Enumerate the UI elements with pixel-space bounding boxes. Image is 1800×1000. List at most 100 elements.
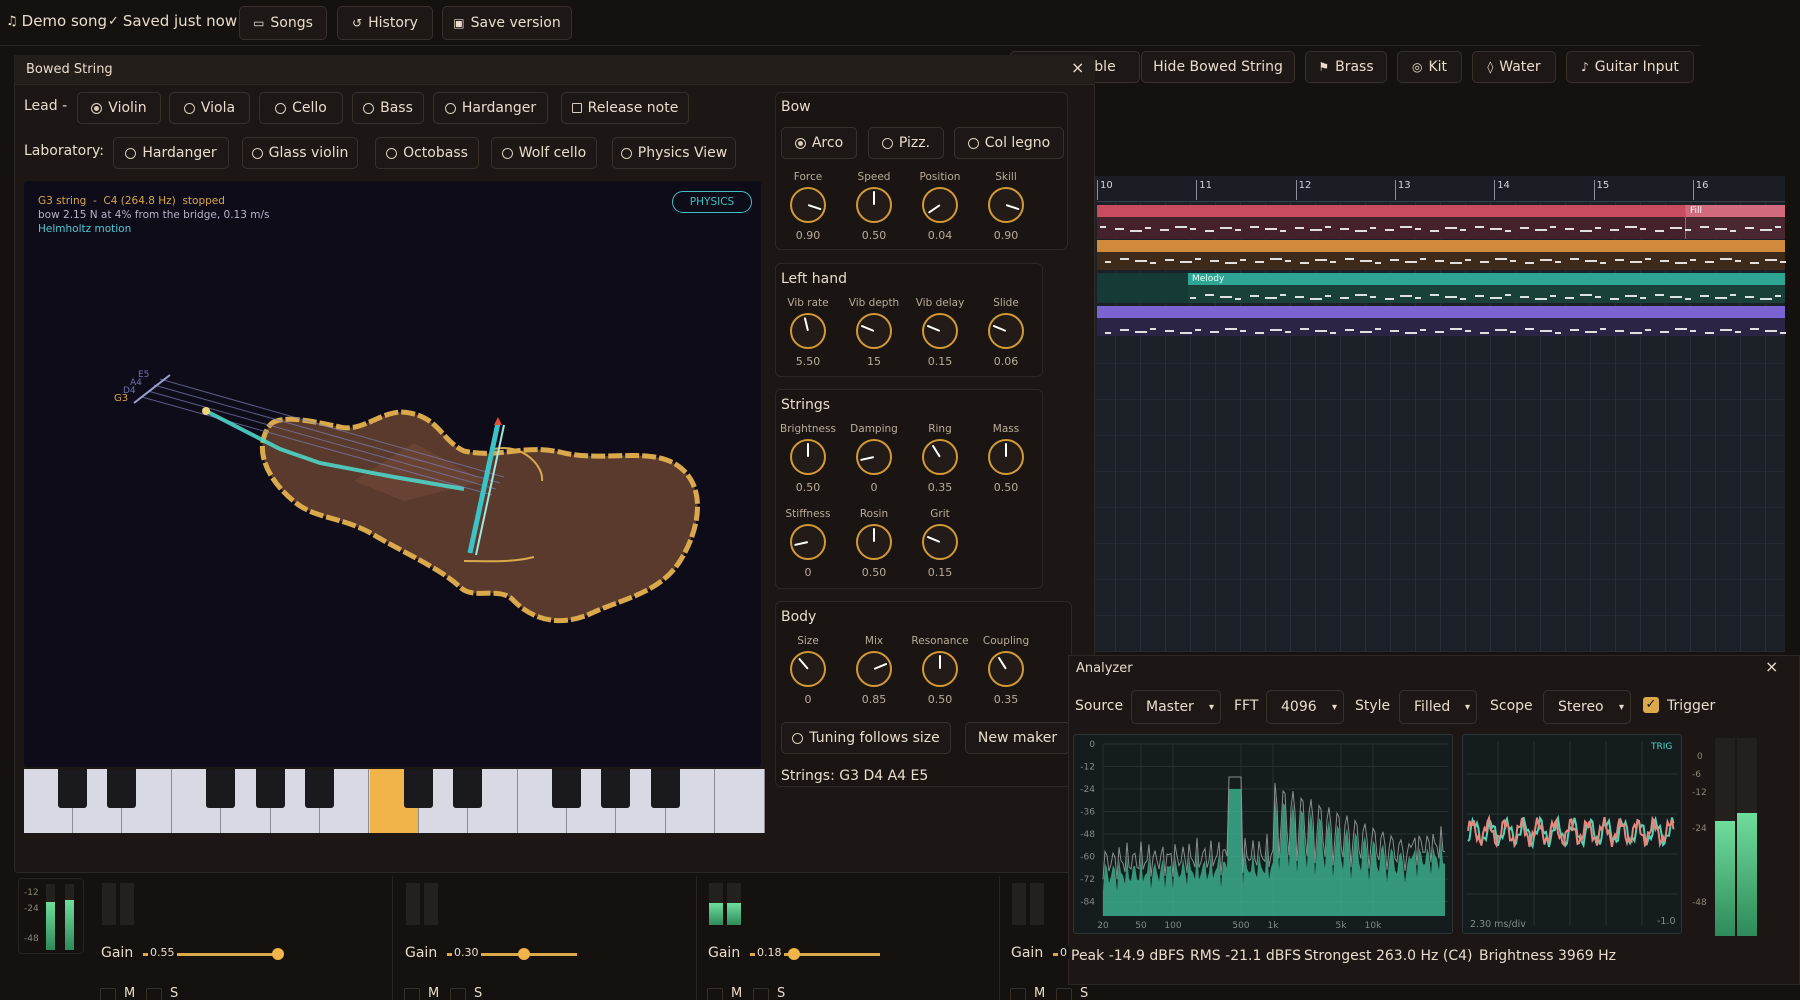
knob-dial[interactable] [922, 187, 958, 223]
black-key[interactable] [255, 769, 285, 808]
knob-dial[interactable] [922, 651, 958, 687]
lab-option-octobass[interactable]: Octobass [375, 137, 479, 169]
black-key[interactable] [107, 769, 137, 808]
knob-dial[interactable] [988, 439, 1024, 475]
left-hand-vib-depth-knob[interactable]: Vib depth 15 [844, 297, 904, 368]
bow-speed-knob[interactable]: Speed 0.50 [844, 171, 904, 242]
body-resonance-knob[interactable]: Resonance 0.50 [910, 635, 970, 706]
knob-dial[interactable] [856, 651, 892, 687]
body-size-knob[interactable]: Size 0 [778, 635, 838, 706]
mute-button[interactable] [1010, 988, 1026, 1000]
mute-button[interactable] [707, 988, 723, 1000]
style-select[interactable]: Filled [1399, 690, 1477, 724]
strings-ring-knob[interactable]: Ring 0.35 [910, 423, 970, 494]
bow-mode-pizz[interactable]: Pizz. [868, 127, 944, 159]
trigger-checkbox[interactable]: ✓ [1643, 697, 1659, 713]
lab-option-hardanger[interactable]: Hardanger [113, 137, 229, 169]
white-key[interactable] [715, 769, 765, 833]
knob-dial[interactable] [856, 439, 892, 475]
left-hand-vib-delay-knob[interactable]: Vib delay 0.15 [910, 297, 970, 368]
gain-slider-handle[interactable] [518, 948, 530, 960]
body-coupling-knob[interactable]: Coupling 0.35 [976, 635, 1036, 706]
analyzer-close-icon[interactable]: × [1765, 657, 1778, 676]
strings-mass-knob[interactable]: Mass 0.50 [976, 423, 1036, 494]
knob-dial[interactable] [988, 187, 1024, 223]
clip-teal-pre[interactable] [1097, 273, 1188, 303]
bow-position-knob[interactable]: Position 0.04 [910, 171, 970, 242]
knob-dial[interactable] [790, 313, 826, 349]
mute-button[interactable] [100, 988, 116, 1000]
bow-skill-knob[interactable]: Skill 0.90 [976, 171, 1036, 242]
new-maker-button[interactable]: New maker [965, 722, 1070, 754]
water-button[interactable]: ◊ Water [1472, 51, 1556, 83]
black-key[interactable] [552, 769, 581, 808]
mute-button[interactable] [404, 988, 420, 1000]
bow-force-knob[interactable]: Force 0.90 [778, 171, 838, 242]
lead-option-hardanger[interactable]: Hardanger [433, 92, 548, 124]
knob-dial[interactable] [856, 187, 892, 223]
knob-dial[interactable] [856, 313, 892, 349]
black-key[interactable] [206, 769, 236, 808]
lab-option-wolf-cello[interactable]: Wolf cello [491, 137, 597, 169]
black-key[interactable] [453, 769, 483, 808]
solo-button[interactable] [1056, 988, 1072, 1000]
left-hand-vib-rate-knob[interactable]: Vib rate 5.50 [778, 297, 838, 368]
lead-option-cello[interactable]: Cello [259, 92, 343, 124]
knob-dial[interactable] [856, 524, 892, 560]
knob-dial[interactable] [790, 187, 826, 223]
piano-keyboard[interactable] [24, 769, 765, 833]
strings-brightness-knob[interactable]: Brightness 0.50 [778, 423, 838, 494]
lab-option-glass-violin[interactable]: Glass violin [242, 137, 358, 169]
knob-dial[interactable] [790, 651, 826, 687]
solo-button[interactable] [753, 988, 769, 1000]
knob-dial[interactable] [790, 439, 826, 475]
knob-dial[interactable] [988, 651, 1024, 687]
clip-fill[interactable]: Fill [1685, 205, 1785, 239]
release-note-button[interactable]: Release note [561, 92, 689, 124]
lead-option-viola[interactable]: Viola [169, 92, 250, 124]
kit-button[interactable]: ◎ Kit [1397, 51, 1462, 83]
body-mix-knob[interactable]: Mix 0.85 [844, 635, 904, 706]
black-key[interactable] [305, 769, 334, 808]
guitar-input-button[interactable]: ♪ Guitar Input [1566, 51, 1694, 83]
strings-stiffness-knob[interactable]: Stiffness 0 [778, 508, 838, 579]
scope-select[interactable]: Stereo [1543, 690, 1631, 724]
gain-slider-handle[interactable] [272, 948, 284, 960]
tuning-follows-size-button[interactable]: Tuning follows size [781, 722, 951, 754]
song-title[interactable]: ♫ Demo song [6, 12, 107, 30]
physics-view[interactable]: PHYSICS G3 string - C4 (264.8 Hz) stoppe… [24, 181, 761, 767]
hide-bowed-string-button[interactable]: Hide Bowed String [1141, 51, 1295, 83]
save-version-button[interactable]: ▣ Save version [442, 6, 572, 40]
gain-slider-handle[interactable] [788, 948, 800, 960]
lead-option-violin[interactable]: Violin [77, 92, 161, 124]
clip-melody[interactable]: Melody [1188, 273, 1785, 303]
clip-red[interactable] [1097, 205, 1785, 239]
solo-button[interactable] [146, 988, 162, 1000]
brass-button[interactable]: ⚑ Brass [1305, 51, 1387, 83]
songs-button[interactable]: ▭ Songs [239, 6, 327, 40]
knob-dial[interactable] [790, 524, 826, 560]
black-key[interactable] [58, 769, 87, 808]
knob-dial[interactable] [922, 439, 958, 475]
bow-mode-arco[interactable]: Arco [781, 127, 857, 159]
black-key[interactable] [601, 769, 631, 808]
black-key[interactable] [650, 769, 680, 808]
knob-dial[interactable] [922, 313, 958, 349]
lead-option-bass[interactable]: Bass [352, 92, 424, 124]
fft-select[interactable]: 4096 [1266, 690, 1344, 724]
strings-grit-knob[interactable]: Grit 0.15 [910, 508, 970, 579]
bow-mode-collegno[interactable]: Col legno [954, 127, 1064, 159]
knob-dial[interactable] [988, 313, 1024, 349]
strings-rosin-knob[interactable]: Rosin 0.50 [844, 508, 904, 579]
bowed-window-titlebar[interactable] [14, 55, 1095, 85]
black-key[interactable] [403, 769, 433, 808]
solo-button[interactable] [450, 988, 466, 1000]
clip-orange[interactable] [1097, 240, 1785, 270]
lab-option-physics-view[interactable]: Physics View [612, 137, 736, 169]
history-button[interactable]: ↺ History [337, 6, 433, 40]
strings-damping-knob[interactable]: Damping 0 [844, 423, 904, 494]
left-hand-slide-knob[interactable]: Slide 0.06 [976, 297, 1036, 368]
source-select[interactable]: Master [1131, 690, 1221, 724]
close-icon[interactable]: × [1071, 58, 1084, 77]
knob-dial[interactable] [922, 524, 958, 560]
